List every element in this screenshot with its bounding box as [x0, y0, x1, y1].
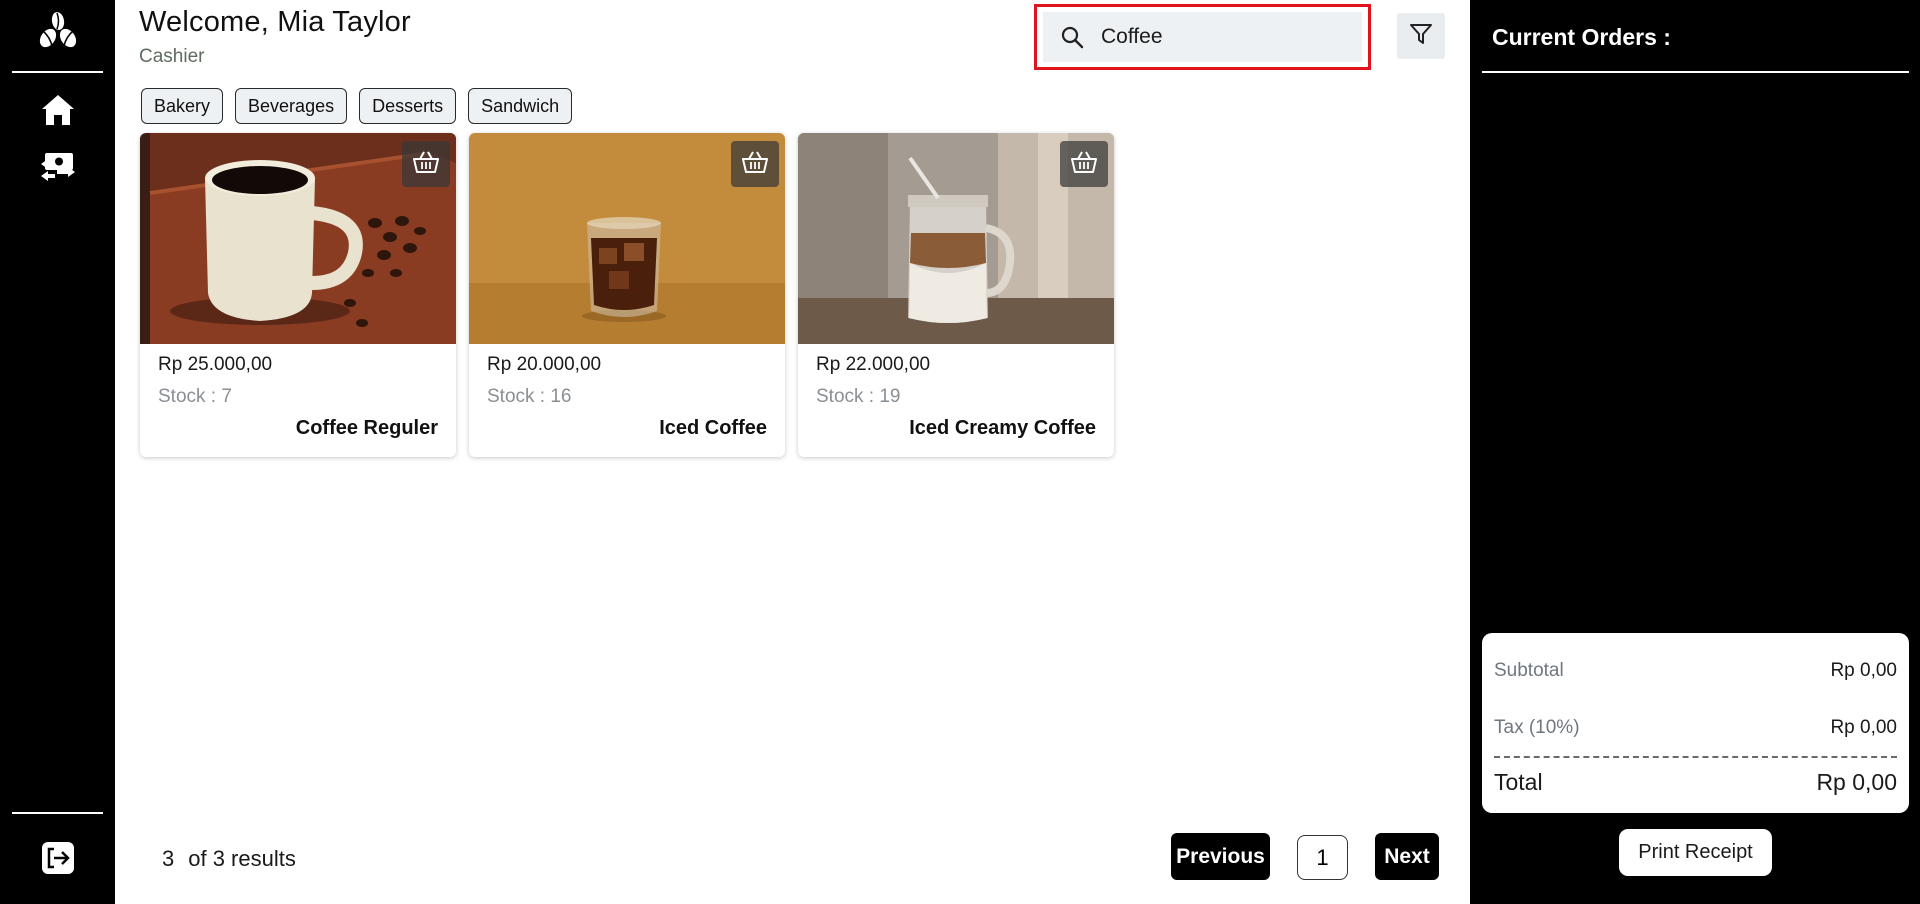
sidebar-divider-top	[12, 71, 103, 73]
tax-row: Tax (10%) Rp 0,00	[1494, 717, 1897, 739]
money-transfer-icon[interactable]	[38, 146, 78, 186]
next-button[interactable]: Next	[1375, 833, 1439, 880]
page-number-button[interactable]: 1	[1297, 835, 1348, 880]
product-stock: Stock : 16	[487, 386, 572, 407]
category-chip-sandwich[interactable]: Sandwich	[468, 88, 573, 124]
product-price: Rp 20.000,00	[487, 354, 602, 375]
sidebar-divider-bottom	[12, 812, 103, 814]
product-price: Rp 22.000,00	[816, 354, 931, 375]
sidebar	[0, 0, 115, 904]
add-to-cart-button[interactable]	[731, 141, 779, 187]
basket-icon	[1070, 150, 1098, 179]
search-highlight	[1034, 4, 1371, 70]
product-stock: Stock : 7	[158, 386, 232, 407]
home-icon[interactable]	[38, 90, 78, 130]
subtotal-value: Rp 0,00	[1830, 660, 1897, 681]
category-chip-beverages[interactable]: Beverages	[235, 88, 348, 124]
search-bar[interactable]	[1043, 12, 1362, 62]
order-summary: Subtotal Rp 0,00 Tax (10%) Rp 0,00 Total…	[1482, 633, 1909, 813]
product-card[interactable]: Rp 20.000,00 Stock : 16 Iced Coffee	[469, 133, 785, 457]
welcome-title: Welcome, Mia Taylor	[139, 6, 411, 38]
total-row: Total Rp 0,00	[1494, 769, 1897, 796]
total-value: Rp 0,00	[1816, 769, 1897, 795]
category-chips: Bakery Beverages Desserts Sandwich	[141, 88, 573, 124]
orders-title: Current Orders :	[1492, 24, 1671, 50]
orders-divider	[1482, 71, 1909, 73]
product-stock: Stock : 19	[816, 386, 901, 407]
product-name: Iced Creamy Coffee	[909, 417, 1096, 439]
product-price: Rp 25.000,00	[158, 354, 273, 375]
results-text: of 3 results	[188, 846, 296, 871]
previous-button[interactable]: Previous	[1171, 833, 1270, 880]
category-chip-bakery[interactable]: Bakery	[141, 88, 224, 124]
tax-value: Rp 0,00	[1830, 717, 1897, 738]
results-number: 3	[162, 846, 175, 871]
user-role: Cashier	[139, 46, 205, 67]
summary-divider	[1494, 756, 1897, 758]
subtotal-row: Subtotal Rp 0,00	[1494, 660, 1897, 682]
total-label: Total	[1494, 769, 1543, 795]
product-name: Coffee Reguler	[295, 417, 438, 439]
add-to-cart-button[interactable]	[402, 141, 450, 187]
coffee-beans-logo	[36, 9, 80, 53]
results-count: 3 of 3 results	[162, 846, 296, 872]
logout-icon[interactable]	[38, 838, 78, 878]
current-orders-panel: Current Orders : Subtotal Rp 0,00 Tax (1…	[1470, 0, 1920, 904]
product-name: Iced Coffee	[659, 417, 767, 439]
subtotal-label: Subtotal	[1494, 660, 1564, 681]
basket-icon	[412, 150, 440, 179]
filter-icon	[1408, 21, 1434, 52]
product-card[interactable]: Rp 22.000,00 Stock : 19 Iced Creamy Coff…	[798, 133, 1114, 457]
category-chip-desserts[interactable]: Desserts	[359, 88, 457, 124]
search-input[interactable]	[1101, 25, 1351, 49]
add-to-cart-button[interactable]	[1060, 141, 1108, 187]
search-icon	[1059, 24, 1085, 50]
basket-icon	[741, 150, 769, 179]
tax-label: Tax (10%)	[1494, 717, 1580, 738]
print-receipt-button[interactable]: Print Receipt	[1619, 829, 1772, 876]
filter-button[interactable]	[1397, 13, 1445, 59]
product-card[interactable]: Rp 25.000,00 Stock : 7 Coffee Reguler	[140, 133, 456, 457]
